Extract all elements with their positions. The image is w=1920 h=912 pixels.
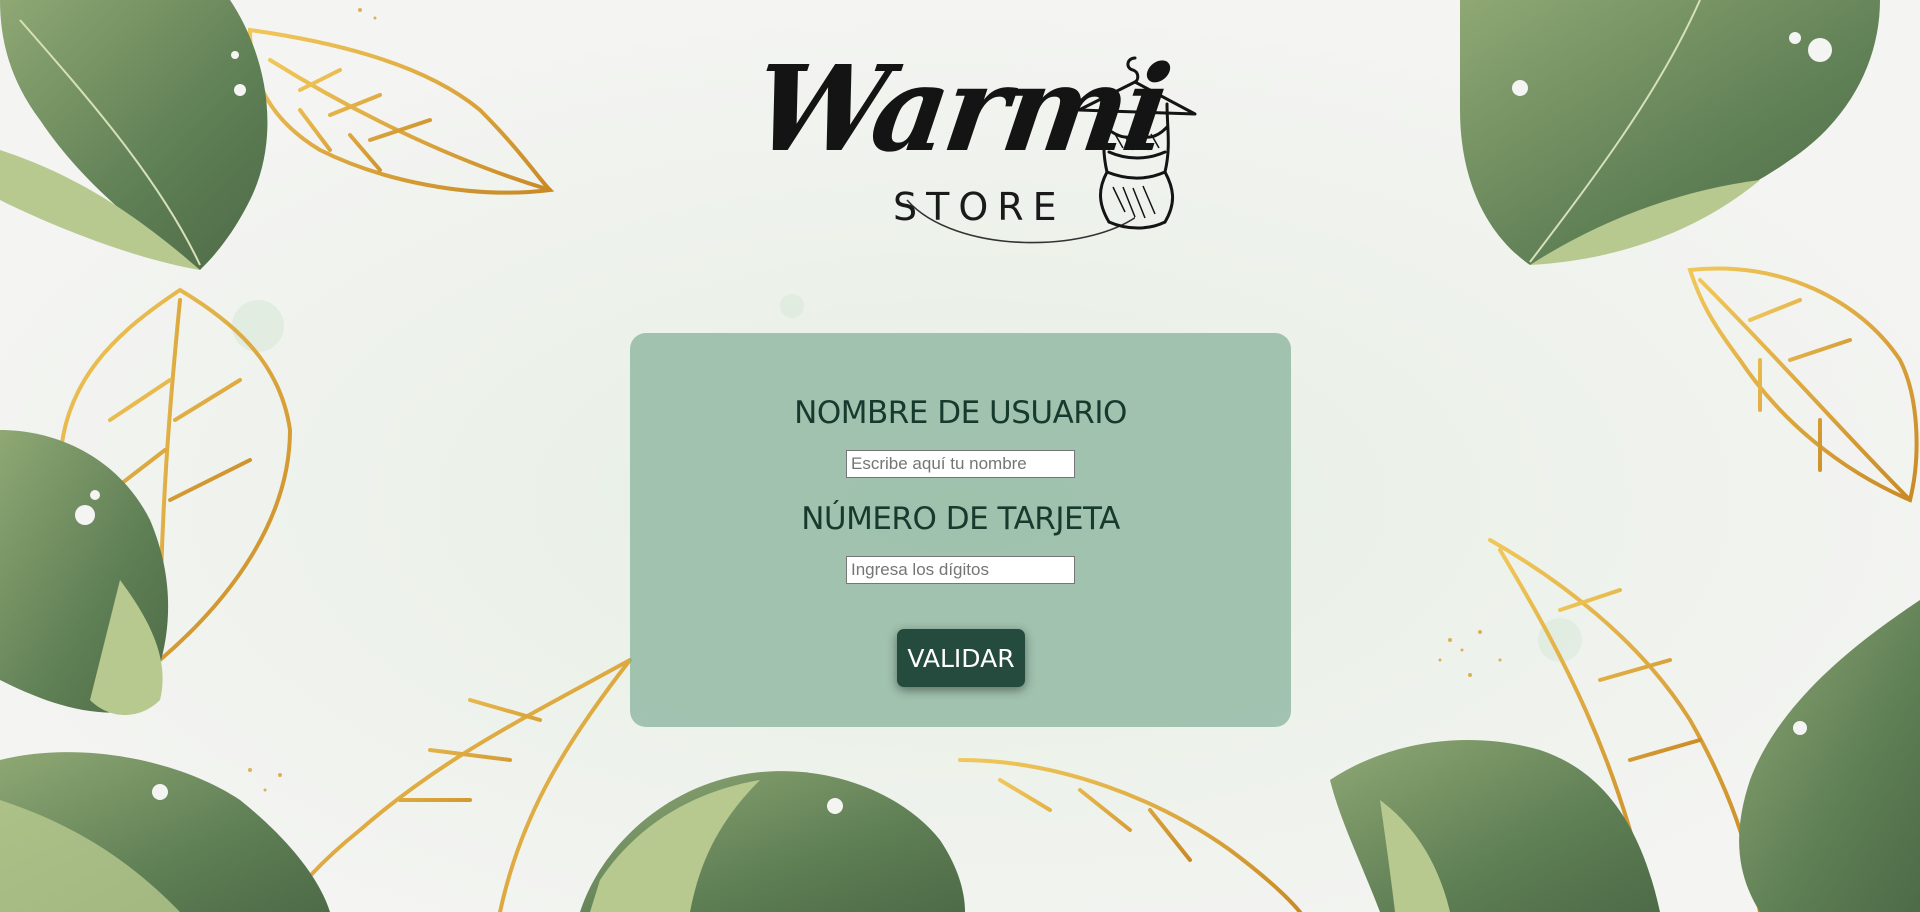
- dress-on-hanger-icon: [1077, 56, 1197, 230]
- username-label: NOMBRE DE USUARIO: [794, 395, 1127, 431]
- username-input[interactable]: [846, 450, 1075, 478]
- validate-button[interactable]: VALIDAR: [897, 629, 1025, 687]
- brand-subtitle: STORE: [893, 185, 1066, 229]
- login-card: NOMBRE DE USUARIO NÚMERO DE TARJETA VALI…: [630, 333, 1291, 727]
- brand-logo: Warmi STORE: [745, 39, 1205, 260]
- card-number-input[interactable]: [846, 556, 1075, 584]
- card-number-label: NÚMERO DE TARJETA: [801, 501, 1120, 537]
